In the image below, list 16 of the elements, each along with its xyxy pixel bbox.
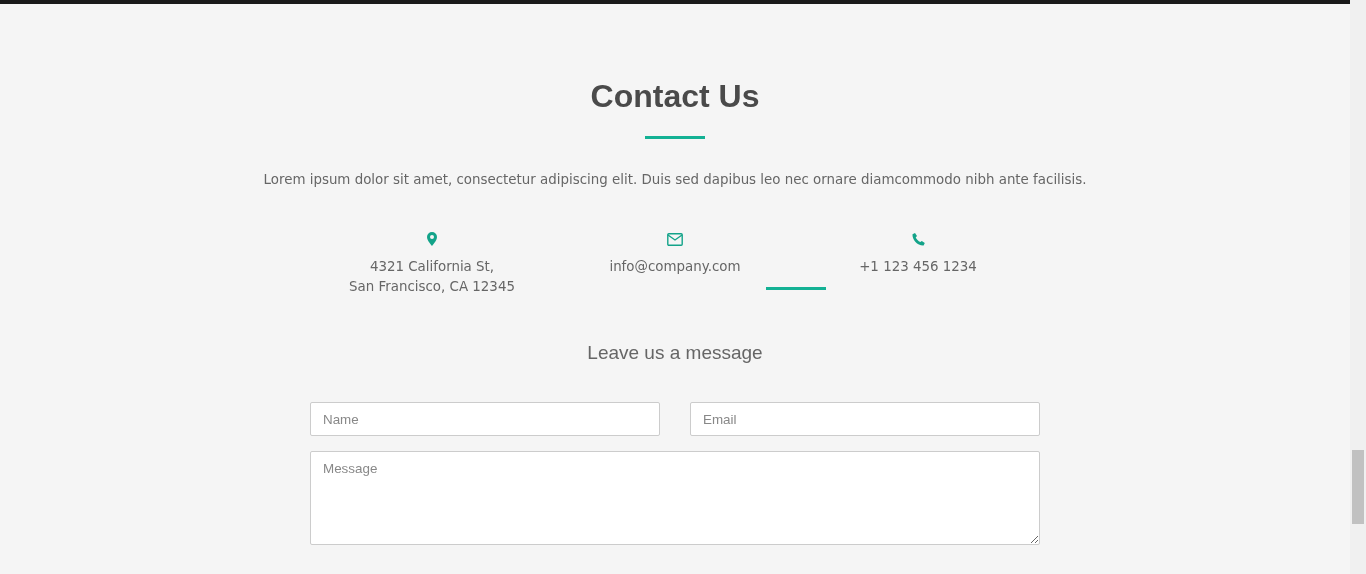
scrollbar[interactable] xyxy=(1350,0,1366,574)
intro-text: Lorem ipsum dolor sit amet, consectetur adipiscing elit. Duis sed dapibus leo nec ornare diamcommodo nibh ante facilisis. xyxy=(263,171,1087,189)
contact-text: +1 123 456 1234 xyxy=(859,258,977,276)
title-underline xyxy=(645,136,705,139)
phone-icon xyxy=(911,232,925,246)
contact-text: 4321 California St, xyxy=(369,258,495,276)
contact-text: San Francisco, CA 12345 xyxy=(349,278,515,296)
section-title: Contact Us xyxy=(590,77,760,116)
message-field[interactable]: Message xyxy=(310,451,1040,545)
map-pin-icon xyxy=(427,232,437,246)
envelope-icon xyxy=(667,232,683,246)
text-field[interactable]: Name xyxy=(310,402,660,436)
accent-rule xyxy=(766,287,826,290)
text-field[interactable]: Email xyxy=(690,402,1040,436)
form-heading: Leave us a message xyxy=(587,342,763,364)
contact-text: info@company.com xyxy=(609,258,741,276)
